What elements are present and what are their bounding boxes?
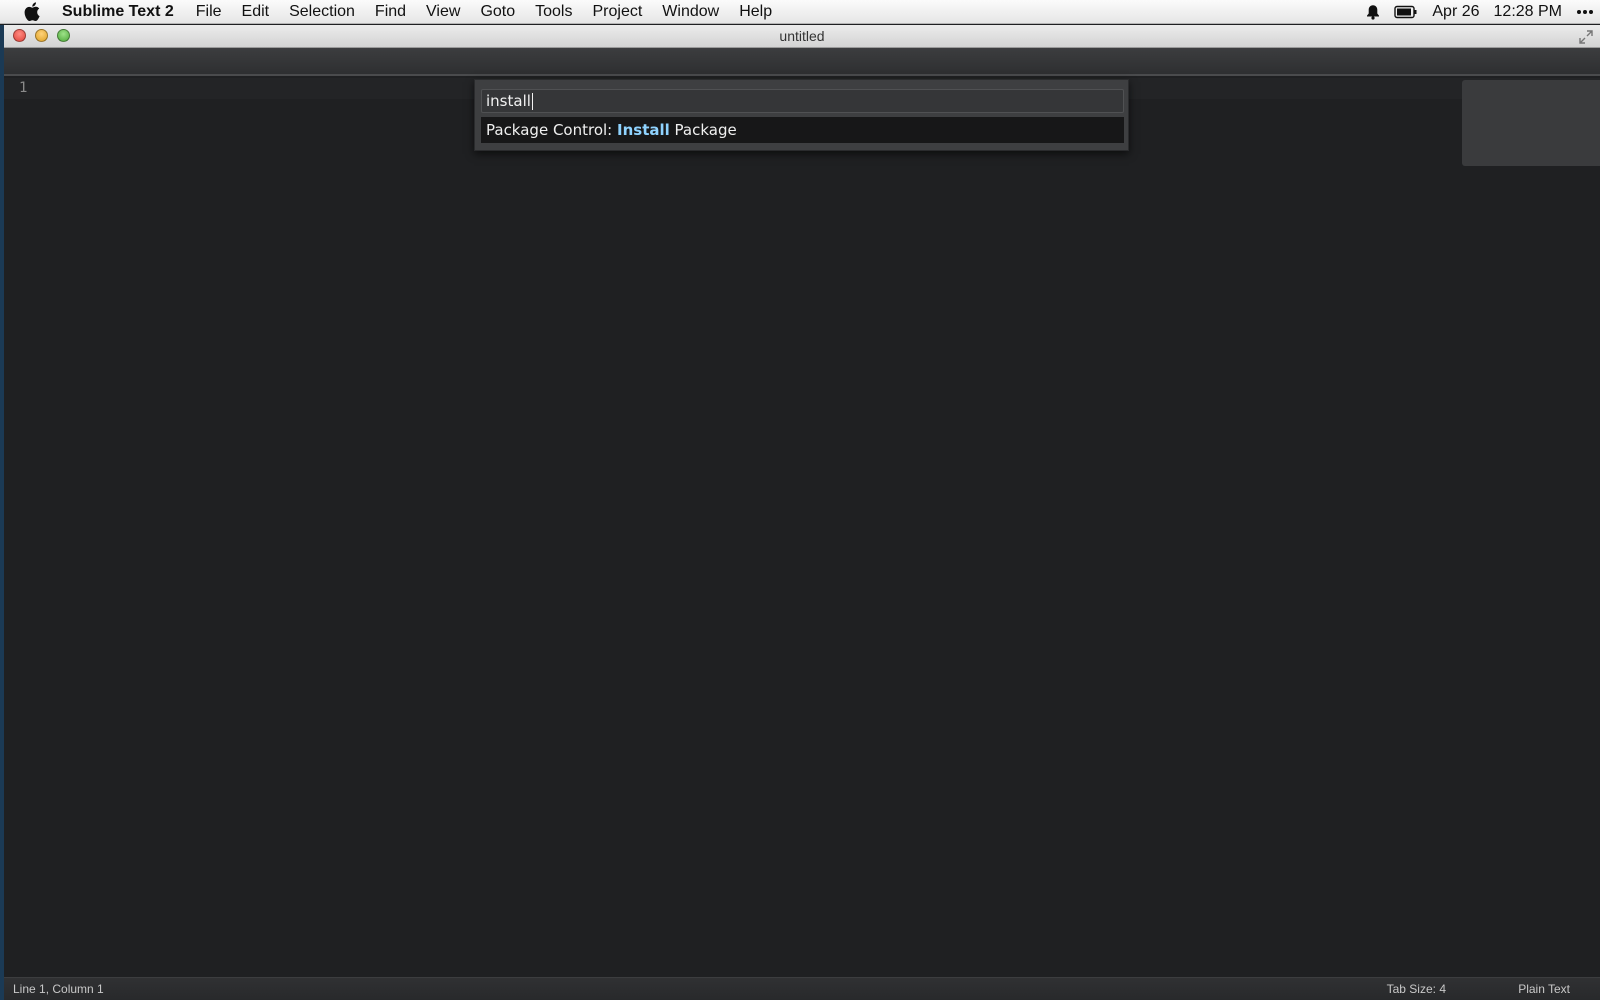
macos-menu-bar: Sublime Text 2 File Edit Selection Find …	[0, 0, 1600, 24]
menu-tools[interactable]: Tools	[535, 3, 572, 21]
more-icon[interactable]	[1576, 9, 1594, 15]
syntax-selector[interactable]: Plain Text	[1518, 982, 1570, 996]
menu-window[interactable]: Window	[662, 3, 719, 21]
minimize-window-button[interactable]	[35, 29, 48, 42]
menu-find[interactable]: Find	[375, 3, 406, 21]
window-title: untitled	[779, 28, 825, 44]
close-window-button[interactable]	[13, 29, 26, 42]
menu-help[interactable]: Help	[739, 3, 772, 21]
result-prefix: Package Control:	[486, 121, 617, 139]
editor-area[interactable]: 1	[4, 78, 1600, 977]
line-number: 1	[19, 80, 28, 96]
status-bar: Line 1, Column 1 Tab Size: 4 Plain Text	[4, 977, 1600, 1000]
menu-bar-time[interactable]: 12:28 PM	[1494, 3, 1562, 21]
menu-file[interactable]: File	[196, 3, 222, 21]
menu-app-name[interactable]: Sublime Text 2	[62, 3, 174, 21]
window-controls	[13, 29, 70, 42]
menu-bar-status-area: Apr 26 12:28 PM	[1366, 0, 1594, 24]
fullscreen-icon[interactable]	[1578, 29, 1594, 50]
zoom-window-button[interactable]	[57, 29, 70, 42]
menu-goto[interactable]: Goto	[480, 3, 515, 21]
menu-bar-date[interactable]: Apr 26	[1432, 3, 1479, 21]
apple-icon[interactable]	[22, 2, 42, 22]
menu-edit[interactable]: Edit	[242, 3, 270, 21]
command-palette-input[interactable]: install	[481, 89, 1124, 113]
result-suffix: Package	[669, 121, 737, 139]
menu-project[interactable]: Project	[592, 3, 642, 21]
notification-bell-icon[interactable]	[1366, 4, 1380, 20]
command-palette-query: install	[486, 92, 531, 110]
battery-icon[interactable]	[1394, 5, 1418, 19]
menu-view[interactable]: View	[426, 3, 460, 21]
result-match-highlight: Install	[617, 121, 670, 139]
minimap[interactable]	[1462, 80, 1600, 166]
tab-strip	[4, 48, 1600, 76]
tab-size-selector[interactable]: Tab Size: 4	[1387, 982, 1446, 996]
menu-selection[interactable]: Selection	[289, 3, 355, 21]
window-title-bar: untitled	[4, 25, 1600, 48]
cursor-position: Line 1, Column 1	[13, 982, 104, 996]
command-palette: install Package Control: Install Package	[474, 79, 1129, 151]
text-caret	[531, 92, 533, 110]
command-palette-result[interactable]: Package Control: Install Package	[481, 117, 1124, 143]
